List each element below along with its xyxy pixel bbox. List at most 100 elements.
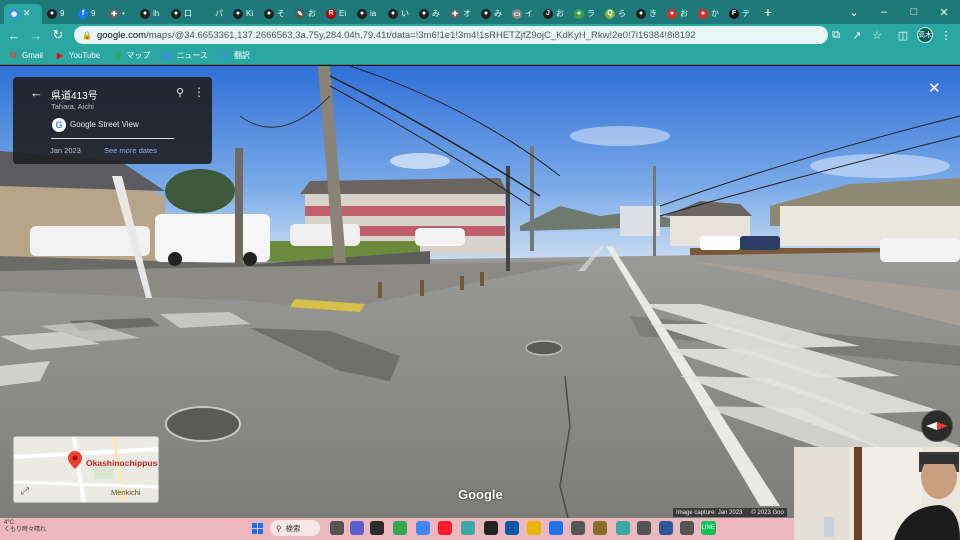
profile-avatar[interactable]: 高木 — [917, 27, 933, 43]
browser-tab[interactable]: ● ia — [352, 4, 383, 24]
minimap-place-label-2: Menkichi — [111, 488, 141, 497]
maps-icon: ◉ — [113, 50, 121, 60]
browser-tab[interactable]: Jお — [538, 4, 569, 24]
chrome-icon[interactable] — [416, 521, 430, 535]
display-icon[interactable] — [659, 521, 673, 535]
weather-widget[interactable]: 4°C くもり時々晴れ — [4, 520, 46, 534]
task-view-icon[interactable] — [330, 521, 344, 535]
bookmark-item[interactable]: M Gmail — [8, 50, 43, 60]
weather-desc: くもり時々晴れ — [4, 527, 47, 533]
chrome-page-icon: ● — [47, 8, 57, 19]
app-icon[interactable] — [549, 521, 563, 535]
compass-button[interactable] — [921, 410, 953, 442]
notes-icon[interactable] — [593, 521, 607, 535]
browser-tab[interactable]: ● Ki — [228, 4, 259, 24]
taskbar-search[interactable]: ⚲ 検索 — [270, 520, 320, 536]
app-icon[interactable] — [461, 521, 475, 535]
bookmark-item[interactable]: ▤ ニュース — [162, 50, 208, 61]
sidepanel-icon[interactable]: ◫ — [894, 24, 912, 46]
tab-search-button[interactable]: ⌄ — [839, 0, 869, 24]
edge-icon[interactable] — [505, 521, 519, 535]
chrome-page-icon: ● — [388, 8, 398, 19]
back-button[interactable]: ← — [3, 24, 25, 46]
more-options-icon[interactable]: ⋮ — [193, 85, 205, 99]
url-host: google.com — [96, 29, 147, 41]
browser-tab[interactable]: ✚ オ — [445, 4, 476, 24]
plugin-icon: ✚ — [450, 8, 460, 19]
browser-tab[interactable]: ◉ ✕ — [4, 3, 42, 24]
image-capture-bar: Image capture: Jan 2023 © 2023 Goo — [673, 508, 787, 517]
bookmark-label: 翻訳 — [233, 50, 250, 60]
address-bar[interactable]: 🔒 google.com/maps/@34.6653361,137.266656… — [74, 26, 828, 44]
location-subtitle: Tahara, Aichi — [51, 102, 94, 111]
reload-button[interactable]: ↻ — [47, 24, 69, 46]
browser-tab[interactable]: ▭ イ — [507, 4, 538, 24]
browser-tab[interactable]: ● 9 — [42, 4, 73, 24]
location-pin-icon[interactable]: ⚲ — [176, 86, 184, 99]
back-arrow-icon[interactable]: ← — [30, 85, 43, 100]
bookmark-item[interactable]: 文翻訳 — [220, 50, 250, 61]
browser-tab[interactable]: ● み — [414, 4, 445, 24]
bookmark-item[interactable]: ▶ YouTube — [55, 50, 101, 60]
youtube-icon: ▶ — [56, 50, 63, 60]
maximize-button[interactable]: □ — [899, 0, 929, 24]
browser-tab[interactable]: パ — [197, 4, 228, 24]
browser-tab[interactable]: Fテ — [724, 4, 755, 24]
minimap[interactable]: Okashinochippuse Menkichi ⤢ — [13, 436, 159, 503]
bookmark-star-icon[interactable]: ☆ — [868, 24, 886, 46]
windows-start-icon[interactable] — [250, 521, 264, 535]
tab-title: ia — [370, 9, 377, 18]
compass-needle-icon — [926, 422, 948, 430]
browser-tab[interactable]: ● ih — [135, 4, 166, 24]
settings-icon[interactable] — [637, 521, 651, 535]
chat-icon[interactable] — [350, 521, 364, 535]
tab-title: オ — [463, 9, 471, 18]
line-app-icon[interactable]: LINE — [701, 521, 715, 535]
browser-tab[interactable]: R Ei — [321, 4, 352, 24]
browser-tab[interactable]: Qら — [600, 4, 631, 24]
chrome-page-icon: ● — [264, 8, 274, 19]
browser-tab[interactable]: ✚ • — [104, 4, 135, 24]
bookmark-item[interactable]: ◉ マップ — [112, 50, 151, 61]
bookmarks-bar: M Gmail ▶ YouTube ◉ マップ ▤ ニュース 文翻訳 — [0, 46, 960, 65]
expand-map-icon[interactable]: ⤢ — [21, 486, 29, 497]
frog-icon: ● — [574, 8, 584, 19]
browser-tab[interactable]: ● ラ — [569, 4, 600, 24]
folder-icon[interactable] — [527, 521, 541, 535]
app-icon[interactable] — [484, 521, 498, 535]
forward-button[interactable]: → — [25, 24, 47, 46]
app-icon[interactable] — [616, 521, 630, 535]
menu-dots-icon[interactable]: ⋮ — [937, 24, 955, 46]
app-icon[interactable] — [571, 521, 585, 535]
browser-tab[interactable]: ● か — [693, 4, 724, 24]
photos-icon[interactable] — [680, 521, 694, 535]
close-tab-icon[interactable]: ✕ — [23, 8, 31, 19]
new-tab-button[interactable]: + — [759, 3, 777, 21]
browser-tab[interactable]: ● そ — [259, 4, 290, 24]
browser-tab[interactable]: ● き — [631, 4, 662, 24]
close-window-button[interactable]: ✕ — [929, 0, 959, 24]
copyright-text: © 2023 Goo — [751, 509, 784, 516]
install-app-icon[interactable]: ⧉ — [827, 24, 845, 46]
chrome-icon[interactable] — [393, 521, 407, 535]
file-explorer-icon[interactable] — [370, 521, 384, 535]
browser-tab[interactable]: ● い — [383, 4, 414, 24]
browser-tab[interactable]: ✎ お — [290, 4, 321, 24]
share-icon[interactable]: ↗ — [848, 24, 866, 46]
chrome-page-icon: ● — [171, 8, 181, 19]
browser-tab[interactable]: ● 口 — [166, 4, 197, 24]
minimize-button[interactable]: – — [869, 0, 899, 24]
browser-tab[interactable]: ● み — [476, 4, 507, 24]
webcam-person-image — [794, 447, 960, 540]
red-icon: ● — [667, 8, 677, 19]
browser-tab[interactable]: f9 — [73, 4, 104, 24]
tab-title: パ — [215, 9, 223, 18]
opera-icon[interactable] — [438, 521, 452, 535]
news-icon: ▤ — [163, 50, 172, 60]
tab-title: い — [401, 9, 409, 18]
tab-list: ◉ ✕ ● 9 f 9 ✚ • ● ih ● 口パ ● Ki ● そ ✎ お R Ei ● ia ● い ● み ✚ オ ● み ▭ イ J お ●… — [0, 1, 755, 24]
close-street-view-icon[interactable]: ✕ — [928, 79, 941, 97]
browser-tab[interactable]: ● お — [662, 4, 693, 24]
see-more-dates-link[interactable]: See more dates — [104, 146, 157, 155]
q-icon: Q — [605, 8, 615, 19]
